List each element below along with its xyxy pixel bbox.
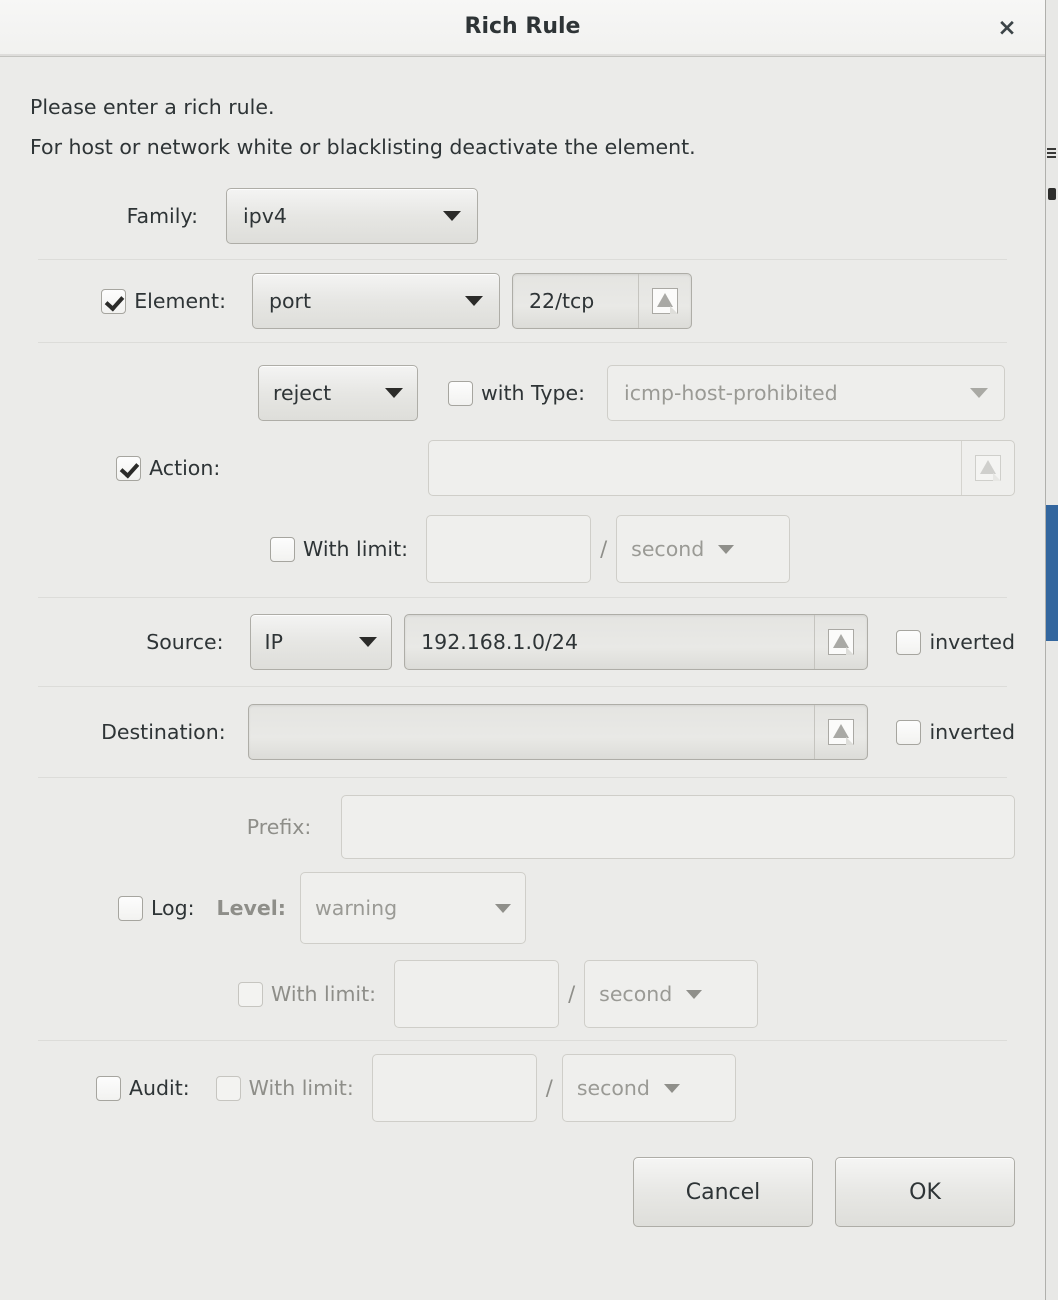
audit-limit-unit-value: second: [576, 1076, 650, 1100]
element-value-text: 22/tcp: [529, 289, 595, 313]
with-type-checkbox[interactable]: [448, 380, 473, 406]
log-limit-separator: /: [568, 982, 576, 1006]
log-level-label: Level:: [216, 896, 286, 920]
action-value-input[interactable]: [428, 440, 1015, 496]
dialog-titlebar: Rich Rule ×: [0, 0, 1045, 57]
destination-inverted-label: inverted: [929, 720, 1015, 744]
background-selection-highlight: [1046, 505, 1058, 641]
with-type-label: with Type:: [481, 381, 586, 405]
log-level-value: warning: [315, 896, 398, 920]
log-block: Prefix: Log: Level: warning With limit: …: [30, 778, 1015, 1036]
element-value-input[interactable]: 22/tcp: [512, 273, 692, 329]
audit-limit-label: With limit:: [248, 1076, 354, 1100]
audit-limit-input[interactable]: [371, 1054, 537, 1122]
chevron-down-icon: [385, 388, 403, 398]
source-kind-value: IP: [264, 630, 283, 654]
ok-button[interactable]: OK: [835, 1157, 1015, 1227]
audit-limit-checkbox[interactable]: [215, 1075, 241, 1101]
log-limit-unit-select[interactable]: second: [584, 960, 759, 1028]
log-prefix-label: Prefix:: [246, 815, 312, 839]
action-limit-unit-select[interactable]: second: [616, 515, 791, 583]
log-limit-row: With limit: / second: [30, 952, 1015, 1036]
log-limit-checkbox[interactable]: [238, 981, 263, 1007]
audit-limit-unit-select[interactable]: second: [561, 1054, 736, 1122]
log-prefix-input[interactable]: [341, 795, 1015, 859]
log-limit-input[interactable]: [394, 960, 560, 1028]
audit-limit-separator: /: [545, 1076, 553, 1100]
element-type-value: port: [269, 289, 312, 313]
audit-label: Audit:: [129, 1076, 190, 1100]
icmp-type-value: icmp-host-prohibited: [624, 381, 838, 405]
close-icon[interactable]: ×: [993, 14, 1021, 42]
warning-icon[interactable]: [814, 615, 867, 669]
source-inverted-checkbox[interactable]: [896, 629, 922, 655]
log-limit-label: With limit:: [271, 982, 377, 1006]
audit-checkbox[interactable]: [96, 1075, 121, 1101]
dialog-footer: Cancel OK: [30, 1157, 1015, 1227]
log-checkbox[interactable]: [118, 895, 143, 921]
action-row: Action:: [30, 429, 1015, 507]
intro-line-1: Please enter a rich rule.: [30, 95, 275, 119]
action-type-row: reject with Type: icmp-host-prohibited: [30, 357, 1015, 429]
family-row: Family: ipv4: [30, 181, 1015, 251]
log-level-row: Log: Level: warning: [30, 864, 1015, 952]
audit-row: Audit: With limit: / second: [30, 1041, 1015, 1135]
action-limit-label: With limit:: [303, 537, 409, 561]
destination-inverted-checkbox[interactable]: [896, 719, 922, 745]
chevron-down-icon: [718, 544, 735, 554]
dialog-content: Please enter a rich rule. For host or ne…: [0, 57, 1045, 1227]
warning-icon[interactable]: [638, 274, 691, 328]
chevron-down-icon: [495, 903, 511, 913]
intro-line-2: For host or network white or blacklistin…: [30, 135, 696, 159]
log-limit-unit-value: second: [599, 982, 673, 1006]
log-prefix-row: Prefix:: [30, 790, 1015, 864]
hamburger-menu-icon[interactable]: [1047, 148, 1056, 160]
destination-label: Destination:: [101, 720, 226, 744]
warning-icon[interactable]: [814, 705, 867, 759]
action-limit-input[interactable]: [426, 515, 592, 583]
chevron-down-icon: [686, 989, 703, 999]
element-type-select[interactable]: port: [252, 273, 500, 329]
element-label: Element:: [134, 289, 226, 313]
element-row: Element: port 22/tcp: [30, 260, 1015, 342]
dialog-title: Rich Rule: [464, 14, 581, 39]
background-widget-marker: [1048, 188, 1056, 200]
family-select-value: ipv4: [243, 204, 287, 228]
action-type-value: reject: [273, 381, 332, 405]
background-window-sliver: [1044, 0, 1058, 1300]
chevron-down-icon: [663, 1083, 680, 1093]
source-address-input[interactable]: 192.168.1.0/24: [404, 614, 869, 670]
source-address-text: 192.168.1.0/24: [421, 630, 579, 654]
source-kind-select[interactable]: IP: [249, 614, 393, 670]
cancel-button[interactable]: Cancel: [633, 1157, 813, 1227]
action-limit-separator: /: [600, 537, 608, 561]
source-inverted-label: inverted: [929, 630, 1015, 654]
source-label: Source:: [146, 630, 224, 654]
element-checkbox[interactable]: [101, 288, 127, 314]
family-select[interactable]: ipv4: [226, 188, 478, 244]
chevron-down-icon: [443, 211, 461, 221]
source-row: Source: IP 192.168.1.0/24 inverted: [30, 598, 1015, 686]
log-label: Log:: [151, 896, 195, 920]
action-limit-unit-value: second: [631, 537, 705, 561]
icmp-type-select[interactable]: icmp-host-prohibited: [607, 365, 1006, 421]
destination-address-input[interactable]: [247, 704, 869, 760]
action-label: Action:: [149, 456, 221, 480]
log-level-select[interactable]: warning: [300, 872, 526, 944]
destination-row: Destination: inverted: [30, 687, 1015, 777]
action-block: reject with Type: icmp-host-prohibited A…: [30, 343, 1015, 591]
chevron-down-icon: [970, 388, 989, 398]
action-limit-checkbox[interactable]: [270, 536, 295, 562]
chevron-down-icon: [465, 296, 483, 306]
action-type-select[interactable]: reject: [258, 365, 418, 421]
action-limit-row: With limit: / second: [30, 507, 1015, 591]
chevron-down-icon: [359, 637, 378, 647]
rich-rule-dialog: Rich Rule × Please enter a rich rule. Fo…: [0, 0, 1046, 1300]
action-checkbox[interactable]: [116, 455, 142, 481]
warning-icon[interactable]: [961, 441, 1014, 495]
family-label: Family:: [126, 204, 198, 228]
